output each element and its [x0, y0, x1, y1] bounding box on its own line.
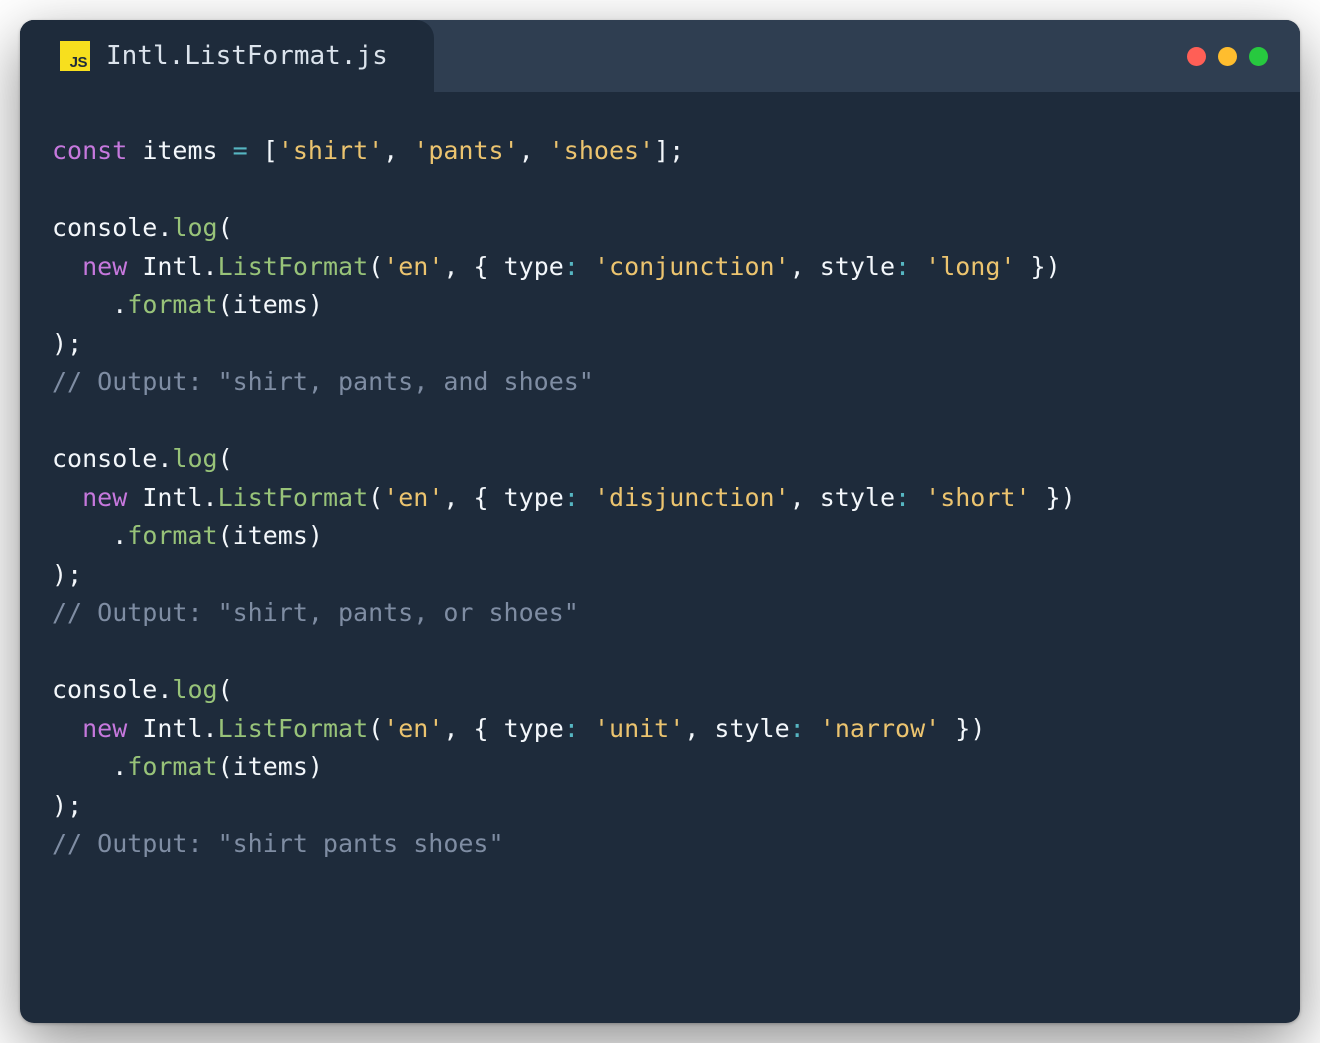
file-tab[interactable]: JS Intl.ListFormat.js: [20, 20, 434, 92]
titlebar: JS Intl.ListFormat.js: [20, 20, 1300, 92]
output-comment-1: // Output: "shirt, pants, and shoes": [52, 367, 594, 396]
code-content: const items = ['shirt', 'pants', 'shoes'…: [52, 132, 1268, 864]
minimize-icon[interactable]: [1218, 47, 1237, 66]
keyword-const: const: [52, 136, 127, 165]
maximize-icon[interactable]: [1249, 47, 1268, 66]
close-icon[interactable]: [1187, 47, 1206, 66]
output-comment-2: // Output: "shirt, pants, or shoes": [52, 598, 579, 627]
code-editor[interactable]: const items = ['shirt', 'pants', 'shoes'…: [20, 92, 1300, 1023]
editor-window: JS Intl.ListFormat.js const items = ['sh…: [20, 20, 1300, 1023]
output-comment-3: // Output: "shirt pants shoes": [52, 829, 504, 858]
file-tab-label: Intl.ListFormat.js: [106, 41, 388, 71]
window-controls: [1187, 47, 1268, 66]
js-file-icon: JS: [60, 41, 90, 71]
